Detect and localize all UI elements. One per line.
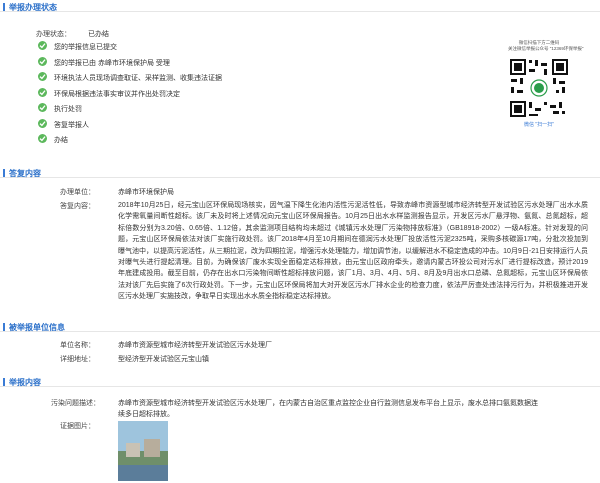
status-step-label: 您的举报已由 赤峰市环境保护局 受理 [54,59,170,67]
status-section-title: 举报办理状态 [9,3,57,12]
section-marker [3,323,5,331]
issue-label: 污染问题描述： [51,400,100,407]
section-marker [3,169,5,177]
reply-section-header: 答复内容 [0,166,600,178]
check-icon [38,56,47,66]
status-step-label: 答复举报人 [54,121,89,129]
issue-line-2: 续多日超标排放。 [118,411,174,418]
content-label: 答复内容： [60,203,95,210]
unit-name-label: 单位名称： [60,342,95,349]
status-step-label: 您的举报信息已提交 [54,44,117,51]
unit-address-value: 型经济型开发试验区元宝山镇 [118,356,209,363]
issue-line-1: 赤峰市资源型城市经济转型开发试验区污水处理厂，在内蒙古自治区重点监控企业自行监测… [118,400,538,407]
check-icon [38,103,47,112]
section-marker [3,378,5,386]
check-icon [38,72,47,81]
unit-address-label: 详细地址： [60,356,95,363]
photo-label: 证据图片： [60,423,95,430]
report-section-title: 举报内容 [9,378,41,387]
unit-label: 办理单位： [60,189,95,196]
check-icon [38,87,47,97]
state-value: 已办结 [88,31,109,38]
status-section-header: 举报办理状态 [0,0,600,12]
qr-code-icon [508,57,570,119]
qr-caption-2: 关注微信举报公众号 "12369环保举报" [508,46,584,51]
reply-section-title: 答复内容 [9,169,41,178]
section-marker [3,3,5,11]
unit-section-title: 被举报单位信息 [9,323,65,332]
check-icon [38,118,47,128]
unit-section-header: 被举报单位信息 [0,320,600,332]
status-step-label: 环境执法人员现场调查取证、采样监测、收集违法证据 [54,75,222,82]
evidence-photo[interactable] [118,421,168,481]
report-section-header: 举报内容 [0,375,600,387]
check-icon [38,41,47,50]
qr-panel: 微信扫描下方二维码 关注微信举报公众号 "12369环保举报" 微信 "扫一扫" [508,40,584,128]
status-step-label: 办结 [54,137,68,144]
qr-footer: 微信 "扫一扫" [524,122,554,128]
reply-content: 2018年10月25日，经元宝山区环保局现场核实，因气温下降生化池内活性污泥活性… [118,202,588,301]
state-label: 办理状态： [36,31,71,38]
status-step-label: 执行处罚 [54,106,82,113]
unit-value: 赤峰市环境保护局 [118,189,174,196]
status-step-label: 环保局根据违法事实审议并作出处罚决定 [54,90,180,98]
check-icon [38,134,47,143]
unit-name-value: 赤峰市资源型城市经济转型开发试验区污水处理厂 [118,342,272,349]
